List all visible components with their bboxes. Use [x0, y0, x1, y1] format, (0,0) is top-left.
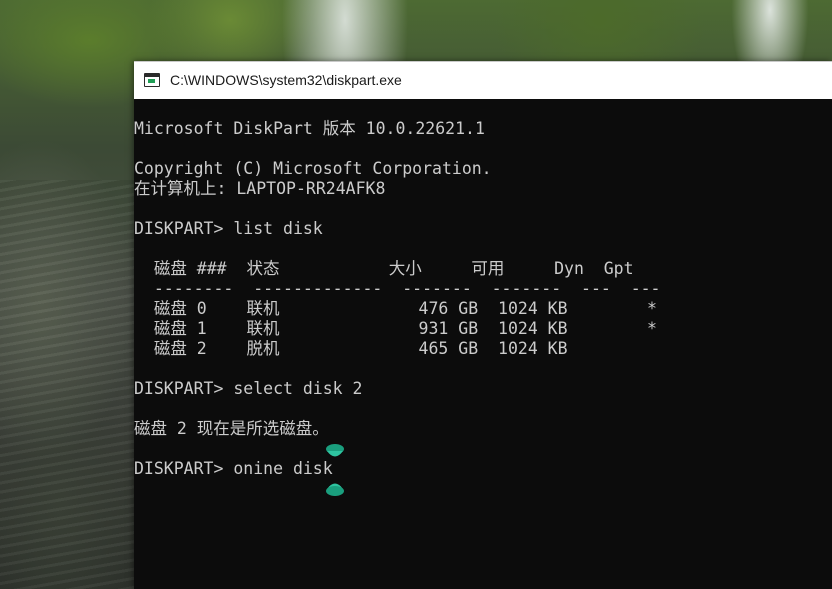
console-output[interactable]: Microsoft DiskPart 版本 10.0.22621.1 Copyr…: [134, 99, 832, 589]
disk-table-separator: -------- ------------- ------- ------- -…: [134, 279, 661, 298]
disk-table-row: 磁盘 0 联机 476 GB 1024 KB *: [134, 299, 657, 318]
busy-hourglass-icon: [326, 444, 344, 496]
disk-table-header: 磁盘 ### 状态 大小 可用 Dyn Gpt: [134, 259, 634, 278]
console-line-selection-result: 磁盘 2 现在是所选磁盘。: [134, 419, 329, 438]
console-line-copyright: Copyright (C) Microsoft Corporation.: [134, 159, 492, 178]
wallpaper-rock-texture: [0, 180, 135, 589]
console-line-version: Microsoft DiskPart 版本 10.0.22621.1: [134, 119, 485, 138]
disk-table-row: 磁盘 2 脱机 465 GB 1024 KB: [134, 339, 568, 358]
console-line-computer: 在计算机上: LAPTOP-RR24AFK8: [134, 179, 386, 198]
console-line-current-input[interactable]: DISKPART> onine disk: [134, 459, 333, 479]
title-bar[interactable]: C:\WINDOWS\system32\diskpart.exe: [134, 61, 832, 99]
disk-table-row: 磁盘 1 联机 931 GB 1024 KB *: [134, 319, 657, 338]
diskpart-console-window[interactable]: C:\WINDOWS\system32\diskpart.exe Microso…: [134, 61, 832, 589]
window-title: C:\WINDOWS\system32\diskpart.exe: [170, 72, 402, 88]
console-line-command-select: DISKPART> select disk 2: [134, 379, 363, 398]
console-line-command-list-disk: DISKPART> list disk: [134, 219, 323, 238]
console-app-icon[interactable]: [144, 73, 160, 87]
